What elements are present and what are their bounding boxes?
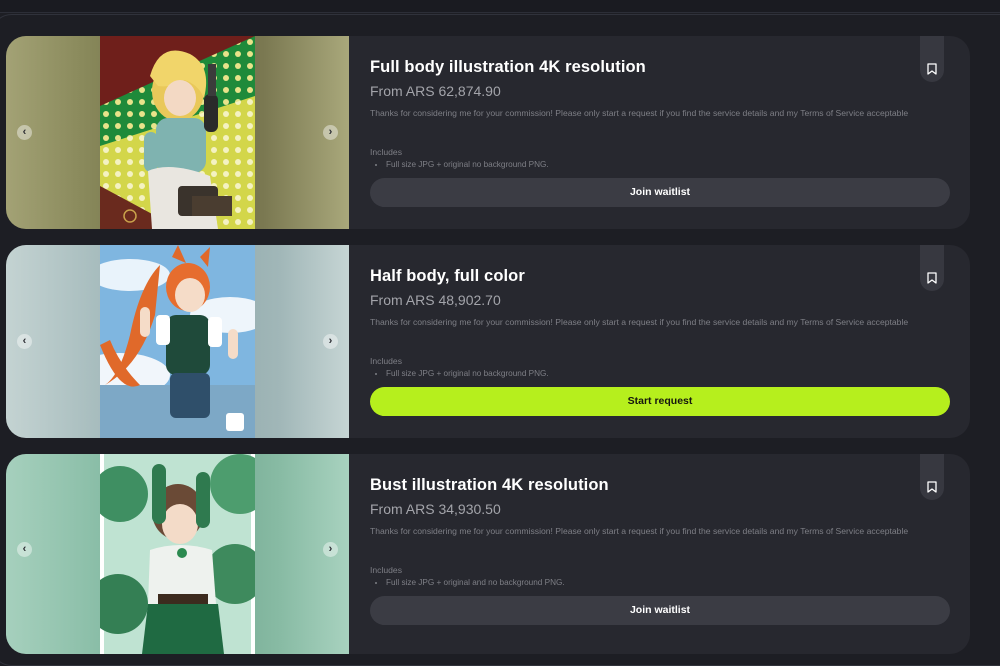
commission-card: ‹ › Half body, full color From ARS 48,90…	[6, 245, 970, 438]
includes-list: Full size JPG + original no background P…	[370, 159, 549, 171]
bookmark-button[interactable]	[920, 36, 944, 82]
listing-info: Full body illustration 4K resolution Fro…	[370, 36, 950, 229]
image-carousel: ‹ ›	[6, 36, 349, 229]
bookmark-button[interactable]	[920, 245, 944, 291]
join-waitlist-button[interactable]: Join waitlist	[370, 178, 950, 207]
listing-title[interactable]: Bust illustration 4K resolution	[370, 476, 609, 495]
top-divider	[0, 0, 1000, 13]
includes-item: Full size JPG + original no background P…	[386, 368, 549, 380]
start-request-button[interactable]: Start request	[370, 387, 950, 416]
listing-info: Half body, full color From ARS 48,902.70…	[370, 245, 950, 438]
bookmark-icon	[927, 272, 937, 284]
listing-price: From ARS 34,930.50	[370, 501, 501, 517]
listing-description: Thanks for considering me for your commi…	[370, 108, 909, 118]
listing-price: From ARS 62,874.90	[370, 83, 501, 99]
listing-title[interactable]: Full body illustration 4K resolution	[370, 58, 646, 77]
chevron-right-icon: ›	[328, 543, 333, 555]
artwork-image	[100, 36, 255, 229]
chevron-right-icon: ›	[328, 125, 333, 138]
join-waitlist-button[interactable]: Join waitlist	[370, 596, 950, 625]
carousel-next-button[interactable]: ›	[323, 333, 338, 349]
chevron-left-icon: ‹	[22, 125, 27, 138]
includes-label: Includes	[370, 565, 403, 575]
listing-info: Bust illustration 4K resolution From ARS…	[370, 454, 950, 654]
includes-item: Full size JPG + original and no backgrou…	[386, 577, 565, 589]
artwork-image	[100, 454, 255, 654]
chevron-left-icon: ‹	[22, 334, 27, 347]
chevron-right-icon: ›	[328, 334, 333, 347]
includes-list: Full size JPG + original and no backgrou…	[370, 577, 565, 589]
includes-item: Full size JPG + original no background P…	[386, 159, 549, 171]
listing-description: Thanks for considering me for your commi…	[370, 526, 909, 536]
carousel-prev-button[interactable]: ‹	[17, 542, 32, 557]
artwork-image	[100, 245, 255, 438]
carousel-prev-button[interactable]: ‹	[17, 333, 32, 349]
listing-description: Thanks for considering me for your commi…	[370, 317, 909, 327]
bookmark-icon	[927, 481, 937, 493]
carousel-prev-button[interactable]: ‹	[17, 124, 32, 140]
includes-list: Full size JPG + original no background P…	[370, 368, 549, 380]
commission-card: ‹ › Bust illustration 4K resolution From…	[6, 454, 970, 654]
chevron-left-icon: ‹	[22, 543, 27, 555]
bookmark-icon	[927, 63, 937, 75]
includes-label: Includes	[370, 147, 403, 157]
commission-card: ‹ › Full body illustration 4K resolution…	[6, 36, 970, 229]
carousel-next-button[interactable]: ›	[323, 542, 338, 557]
carousel-next-button[interactable]: ›	[323, 124, 338, 140]
image-carousel: ‹ ›	[6, 454, 349, 654]
listing-price: From ARS 48,902.70	[370, 292, 501, 308]
bookmark-button[interactable]	[920, 454, 944, 500]
listing-title[interactable]: Half body, full color	[370, 267, 525, 286]
includes-label: Includes	[370, 356, 403, 366]
image-carousel: ‹ ›	[6, 245, 349, 438]
